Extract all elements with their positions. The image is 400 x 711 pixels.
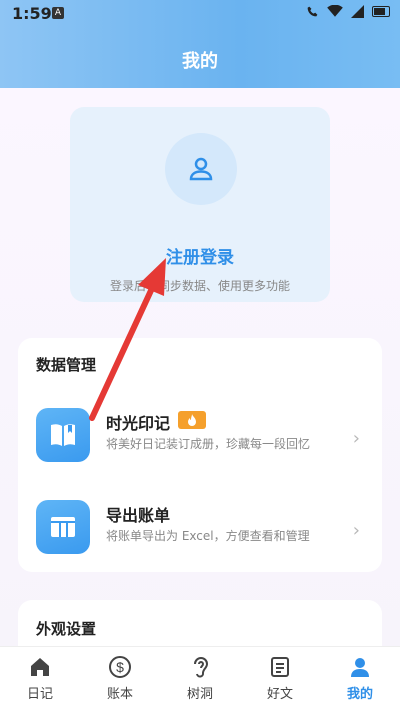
home-icon: [31, 658, 49, 676]
status-bar: 1:59 A: [0, 0, 400, 28]
status-icons: [306, 5, 390, 18]
chevron-right-icon: ›: [352, 428, 360, 449]
user-icon: [189, 157, 213, 181]
call-icon: [307, 6, 318, 17]
item-description: 将账单导出为 Excel，方便查看和管理: [106, 529, 310, 543]
table-icon: [36, 500, 90, 554]
ear-icon: [194, 657, 209, 678]
fire-icon: [178, 411, 206, 429]
tab-label: 日记: [26, 687, 53, 702]
wifi-icon: [327, 5, 343, 17]
item-title: 导出账单: [106, 506, 171, 525]
time-imprint-item[interactable]: 时光印记 将美好日记装订成册，珍藏每一段回忆 ›: [18, 408, 382, 498]
login-subtitle: 登录后可同步数据、使用更多功能: [109, 279, 290, 293]
signal-icon: [351, 5, 364, 18]
dollar-icon: $: [109, 656, 131, 678]
tab-mine[interactable]: 我的: [320, 647, 400, 711]
tab-label: 树洞: [186, 687, 213, 702]
tab-label: 账本: [106, 687, 133, 702]
person-icon: [351, 658, 369, 677]
tab-label: 我的: [346, 687, 373, 702]
page-title: 我的: [182, 51, 218, 72]
tab-label: 好文: [266, 687, 293, 702]
tab-diary[interactable]: 日记: [0, 647, 80, 711]
export-bill-item[interactable]: 导出账单 将账单导出为 Excel，方便查看和管理 ›: [18, 500, 382, 590]
section-title-data: 数据管理: [36, 356, 97, 374]
tab-articles[interactable]: 好文: [240, 647, 320, 711]
svg-text:$: $: [116, 659, 124, 675]
status-time: 1:59: [12, 4, 52, 23]
avatar[interactable]: [165, 133, 237, 205]
book-icon: [36, 408, 90, 462]
content-area: 注册登录 登录后可同步数据、使用更多功能 数据管理 时光印记 将美好日记装订成册…: [0, 88, 400, 646]
bottom-tab-bar: 日记 $ 账本 树洞 好文 我的: [0, 646, 400, 711]
tab-treehole[interactable]: 树洞: [160, 647, 240, 711]
item-title: 时光印记: [106, 414, 171, 433]
document-icon: [271, 657, 289, 677]
chevron-right-icon: ›: [352, 520, 360, 541]
battery-icon: [372, 6, 390, 17]
section-title-appearance: 外观设置: [36, 620, 97, 638]
data-management-card: 数据管理 时光印记 将美好日记装订成册，珍藏每一段回忆 › 导出账单 将账单导出…: [18, 338, 382, 572]
appearance-settings-card[interactable]: 外观设置: [18, 600, 382, 646]
login-card[interactable]: 注册登录 登录后可同步数据、使用更多功能: [70, 107, 330, 302]
register-login-link[interactable]: 注册登录: [70, 243, 330, 268]
item-description: 将美好日记装订成册，珍藏每一段回忆: [106, 437, 311, 451]
notification-icon: A: [52, 7, 64, 19]
tab-ledger[interactable]: $ 账本: [80, 647, 160, 711]
